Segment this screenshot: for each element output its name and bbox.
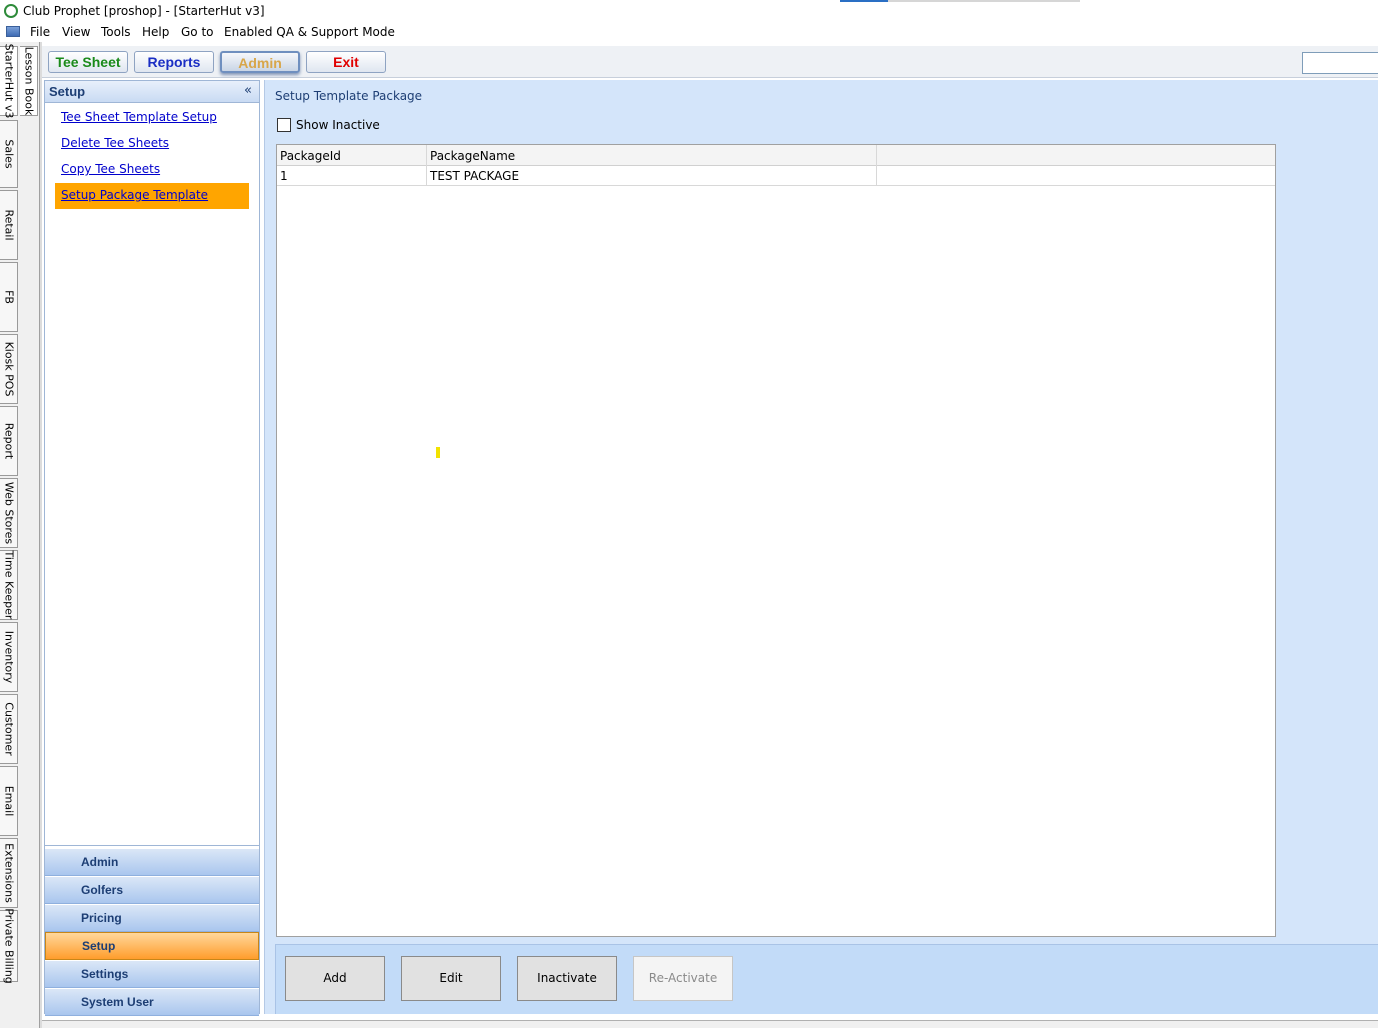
cell-packageid[interactable]: 1 (277, 166, 427, 185)
menu-tools[interactable]: Tools (101, 25, 131, 39)
link-tee-sheet-template-setup[interactable]: Tee Sheet Template Setup (55, 105, 249, 131)
group-setup[interactable]: Setup (45, 932, 259, 960)
column-header-packagename[interactable]: PackageName (427, 145, 877, 166)
menu-bar: File View Tools Help Go to Enabled QA & … (0, 22, 1378, 42)
link-copy-tee-sheets[interactable]: Copy Tee Sheets (55, 157, 249, 183)
window-title: Club Prophet [proshop] - [StarterHut v3] (23, 4, 265, 18)
group-admin[interactable]: Admin (45, 848, 259, 876)
column-header-packageid[interactable]: PackageId (277, 145, 427, 166)
vtab-time-keeper[interactable]: Time Keeper (0, 550, 18, 620)
link-delete-tee-sheets[interactable]: Delete Tee Sheets (55, 131, 249, 157)
vtab-fb[interactable]: FB (0, 262, 18, 332)
text-cursor-marker (436, 447, 440, 458)
status-bar (42, 1020, 1378, 1028)
group-system-user[interactable]: System User (45, 988, 259, 1016)
page-title: Setup Template Package (275, 89, 423, 103)
grid-header: PackageId PackageName (277, 145, 1275, 166)
vtab-customer[interactable]: Customer (0, 694, 18, 764)
vtab-inventory[interactable]: Inventory (0, 622, 18, 692)
tee-sheet-button[interactable]: Tee Sheet (48, 51, 128, 73)
vtab-report[interactable]: Report (0, 406, 18, 476)
sidebar-group-list: Admin Golfers Pricing Setup Settings Sys… (45, 845, 259, 1016)
menu-go-to[interactable]: Go to (181, 25, 214, 39)
table-row[interactable]: 1 TEST PACKAGE (277, 166, 1275, 186)
vtab-lesson-book[interactable]: Lesson Book (20, 46, 38, 116)
vtab-web-stores[interactable]: Web Stores (0, 478, 18, 548)
title-bar: Club Prophet [proshop] - [StarterHut v3] (0, 0, 1378, 22)
vtab-kiosk-pos[interactable]: Kiosk POS (0, 334, 18, 404)
exit-button[interactable]: Exit (306, 51, 386, 73)
link-setup-package-template[interactable]: Setup Package Template (55, 183, 249, 209)
show-inactive-label[interactable]: Show Inactive (296, 118, 380, 132)
vtab-starterhut[interactable]: StarterHut v3 (0, 44, 18, 118)
inactivate-button[interactable]: Inactivate (517, 956, 617, 1001)
module-tab-strip: StarterHut v3 Lesson Book Sales Retail F… (0, 42, 42, 1028)
toolbar-search-input[interactable] (1302, 52, 1378, 74)
menu-view[interactable]: View (62, 25, 90, 39)
menu-help[interactable]: Help (142, 25, 169, 39)
reports-button[interactable]: Reports (134, 51, 214, 73)
add-button[interactable]: Add (285, 956, 385, 1001)
collapse-sidebar-icon[interactable]: « (244, 83, 252, 98)
admin-button[interactable]: Admin (220, 51, 300, 73)
show-inactive-checkbox[interactable] (277, 118, 291, 132)
topbar-accent (840, 0, 888, 2)
action-bar: Add Edit Inactivate Re-Activate (275, 944, 1378, 1014)
window-system-icon[interactable] (6, 26, 20, 37)
vtab-extensions[interactable]: Extensions (0, 838, 18, 908)
vtab-private-billing[interactable]: Private Billing (0, 908, 18, 984)
club-prophet-logo-icon (4, 4, 18, 18)
group-golfers[interactable]: Golfers (45, 876, 259, 904)
package-grid: PackageId PackageName 1 TEST PACKAGE (276, 144, 1276, 937)
vtab-retail[interactable]: Retail (0, 190, 18, 260)
main-panel: Setup Template Package Show Inactive Pac… (264, 80, 1378, 1014)
edit-button[interactable]: Edit (401, 956, 501, 1001)
vtab-sales[interactable]: Sales (0, 120, 18, 188)
cell-packagename[interactable]: TEST PACKAGE (427, 166, 877, 185)
group-pricing[interactable]: Pricing (45, 904, 259, 932)
main-toolbar: Tee Sheet Reports Admin Exit (42, 46, 1378, 78)
menu-enabled-qa-support-mode[interactable]: Enabled QA & Support Mode (224, 25, 395, 39)
reactivate-button: Re-Activate (633, 956, 733, 1001)
group-settings[interactable]: Settings (45, 960, 259, 988)
topbar-accent-gray (888, 0, 1080, 2)
vtab-email[interactable]: Email (0, 766, 18, 836)
sidebar-header: Setup « (45, 81, 259, 103)
sidebar-title: Setup (49, 84, 86, 99)
tab-strip-splitter[interactable] (39, 42, 42, 1028)
setup-sidebar: Setup « Tee Sheet Template Setup Delete … (44, 80, 260, 1016)
menu-file[interactable]: File (30, 25, 50, 39)
